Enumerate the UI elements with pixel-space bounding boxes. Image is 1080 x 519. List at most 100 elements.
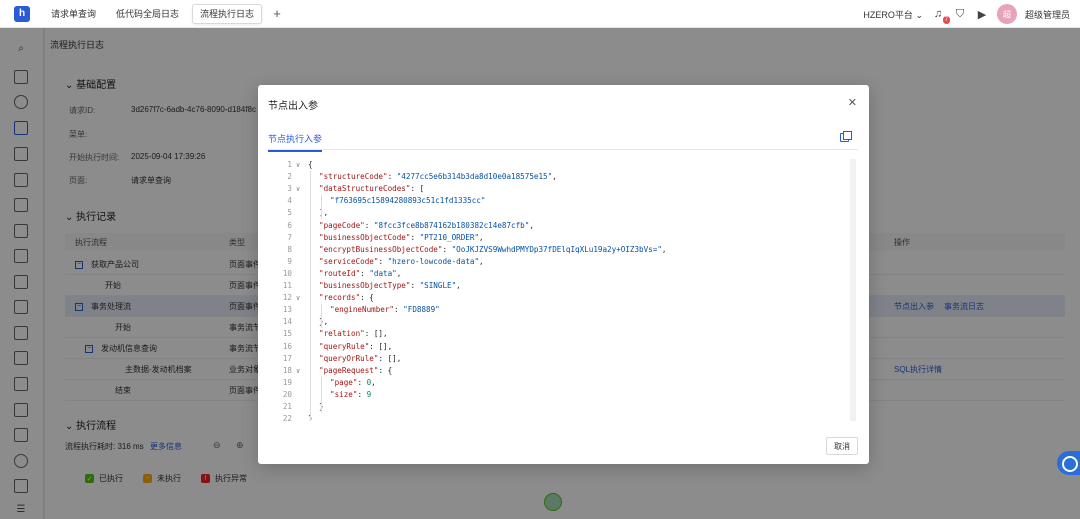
line-number: 11	[282, 281, 292, 290]
code-line: 12 ∨ "records": {	[270, 292, 850, 304]
code-token: "pageCode"	[319, 220, 365, 230]
platform-label: HZERO平台	[863, 9, 913, 20]
code-text: "f763695c15894280893c51c1fd1335cc"	[308, 195, 485, 207]
code-line: 6 "pageCode": "8fcc3fce8b874162b180382c14…	[270, 220, 850, 232]
help-chat-icon[interactable]	[1057, 451, 1080, 475]
code-token: "8fcc3fce8b874162b180382c14e87cfb"	[373, 220, 530, 230]
code-token: :	[357, 377, 367, 387]
code-token: "engineNumber"	[330, 305, 395, 315]
code-token: ,	[396, 268, 402, 278]
code-token: 9	[366, 389, 372, 399]
code-token: :	[360, 268, 370, 278]
code-line: 2 "structureCode": "4277cc5e6b314b3da8d10…	[270, 171, 850, 183]
fold-chevron-icon[interactable]: ∨	[296, 292, 300, 304]
logo-icon: h	[14, 5, 30, 22]
line-number: 7	[287, 232, 292, 242]
add-tab-icon[interactable]: +	[268, 5, 286, 23]
code-token: "queryRule"	[319, 341, 370, 351]
fold-chevron-icon[interactable]: ∨	[296, 183, 300, 195]
copy-icon[interactable]	[840, 131, 852, 142]
code-token: "encryptBusinessObjectCode"	[319, 244, 443, 254]
code-text: "engineNumber": "FD8889"	[308, 304, 440, 316]
play-icon[interactable]: ▶	[975, 7, 989, 21]
line-number: 22	[282, 414, 292, 421]
modal-title: 节点出入参	[268, 101, 318, 112]
avatar[interactable]: 超	[996, 4, 1017, 24]
code-line: 18 ∨ "pageRequest": {	[270, 365, 850, 377]
line-number: 10	[282, 268, 292, 278]
fold-chevron-icon[interactable]: ∨	[296, 159, 300, 171]
code-text: "size": 9	[308, 389, 371, 401]
notification-badge: 7	[942, 16, 950, 24]
username[interactable]: 超级管理员	[1025, 8, 1070, 21]
node-io-modal: 节点出入参 ✕ 节点执行入参 1 ∨{2 "structureCode": "427…	[258, 85, 869, 464]
code-token: ,	[456, 281, 461, 290]
code-text: "pageRequest": {	[308, 365, 392, 377]
code-token: ,	[371, 377, 376, 387]
code-line: 11 "businessObjectType": "SINGLE",	[270, 280, 850, 292]
tab-request-query[interactable]: 请求单查询	[44, 4, 103, 24]
code-text: "dataStructureCodes": [	[308, 183, 424, 195]
code-line: 1 ∨ {	[270, 159, 850, 171]
code-line: 8 "encryptBusinessObjectCode": "OoJKJZVS9…	[270, 244, 850, 256]
code-token: ,	[552, 172, 557, 182]
line-number: 18	[282, 365, 292, 375]
code-token: "FD8889"	[403, 305, 440, 315]
code-line: 5],	[270, 207, 850, 219]
tab-flow-execution-log[interactable]: 流程执行日志	[192, 3, 263, 24]
code-token: : [],	[364, 329, 388, 339]
code-token: : {	[378, 365, 393, 375]
chevron-down-icon: ⌄	[915, 9, 923, 20]
code-text: "structureCode": "4277cc5e6b314b3da8d10e…	[308, 171, 557, 183]
line-number: 19	[282, 377, 292, 387]
fold-chevron-icon[interactable]: ∨	[296, 365, 300, 377]
indent-guide	[321, 195, 322, 220]
code-token: : [],	[378, 353, 402, 363]
line-number: 6	[287, 220, 292, 230]
line-number: 12	[282, 293, 292, 303]
indent-guide	[321, 304, 322, 329]
code-token: "PT210_ORDER"	[419, 232, 480, 242]
code-line: 4 "f763695c15894280893c51c1fd1335cc"	[270, 195, 850, 207]
code-token: ,	[479, 256, 484, 266]
line-number: 21	[282, 402, 292, 411]
line-number: 13	[282, 305, 292, 315]
indent-guide	[310, 171, 311, 421]
code-line: 10 "routeId": "data",	[270, 268, 850, 280]
close-icon[interactable]: ✕	[848, 96, 857, 109]
code-token: "dataStructureCodes"	[319, 184, 411, 194]
code-text: "encryptBusinessObjectCode": "OoJKJZVS9W…	[308, 244, 667, 256]
platform-selector[interactable]: HZERO平台 ⌄	[863, 8, 923, 21]
code-line: 15 "relation": [],	[270, 328, 850, 340]
code-token: "4277cc5e6b314b3da8d10e0a18575e15"	[396, 172, 553, 182]
line-number: 2	[287, 172, 292, 182]
code-text: "page": 0,	[308, 377, 376, 389]
code-text: "queryRule": [],	[308, 341, 392, 353]
code-token: "records"	[319, 293, 361, 303]
code-token: "pageRequest"	[319, 365, 379, 375]
code-token: "page"	[330, 377, 358, 387]
code-token: :	[410, 281, 420, 290]
app-logo[interactable]: h	[0, 0, 44, 28]
code-line: 20 "size": 9	[270, 389, 850, 401]
code-token: : {	[360, 293, 374, 303]
tab-divider	[268, 149, 858, 150]
bell-icon[interactable]: ♫ 7	[931, 7, 950, 24]
code-line: 14},	[270, 316, 850, 328]
code-line: 16 "queryRule": [],	[270, 341, 850, 353]
code-token: "structureCode"	[319, 172, 388, 182]
code-token: "businessObjectType"	[319, 281, 411, 290]
json-editor[interactable]: 1 ∨ {2 "structureCode": "4277cc5e6b314b3da8…	[270, 159, 856, 421]
line-number: 8	[287, 244, 292, 254]
code-token: "businessObjectCode"	[319, 232, 411, 242]
shirt-icon[interactable]: ⛉	[953, 7, 967, 21]
cancel-button[interactable]: 取消	[826, 437, 858, 455]
code-line: 3 ∨ "dataStructureCodes": [	[270, 183, 850, 195]
code-text: "businessObjectType": "SINGLE",	[308, 280, 461, 292]
line-number: 20	[282, 389, 292, 399]
code-line: 17 "queryOrRule": [],	[270, 353, 850, 365]
code-token: "OoJKJZVS9WwhdPMYDp37fDElqIqXLu19a2y+OIZ…	[451, 244, 662, 254]
tab-lowcode-global-log[interactable]: 低代码全局日志	[109, 4, 186, 24]
code-line: 19 "page": 0,	[270, 377, 850, 389]
line-number: 14	[282, 317, 292, 327]
